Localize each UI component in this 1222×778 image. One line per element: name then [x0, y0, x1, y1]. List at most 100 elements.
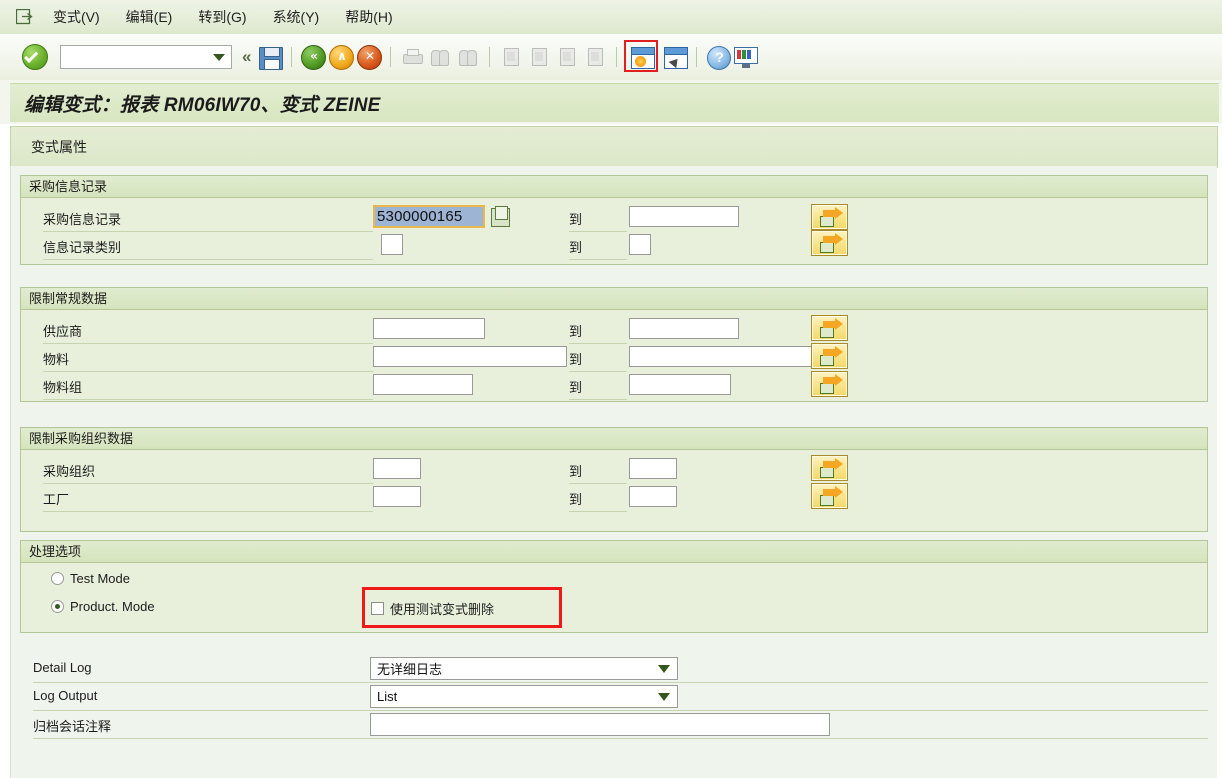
radio-indicator[interactable] — [51, 572, 64, 585]
menu-item-variant[interactable]: 变式(V) — [40, 5, 113, 29]
toolbar-divider — [291, 47, 293, 67]
menu-bar: 变式(V) 编辑(E) 转到(G) 系统(Y) 帮助(H) — [0, 0, 1222, 35]
field-row-purchasing-org: 采购组织 到 — [21, 455, 1207, 484]
radio-product-mode[interactable]: Product. Mode — [51, 599, 155, 614]
chevron-down-icon[interactable] — [658, 664, 670, 673]
material-group-from-input[interactable] — [373, 374, 473, 395]
field-label: 物料 — [43, 352, 70, 367]
group-restrict-purchasing-org-data: 限制采购组织数据 采购组织 到 工厂 到 — [20, 427, 1208, 532]
save-icon[interactable] — [257, 44, 284, 70]
create-variant-icon[interactable] — [624, 40, 659, 72]
field-row-material-group: 物料组 到 — [21, 371, 1207, 400]
field-label: 供应商 — [43, 324, 83, 339]
to-label: 到 — [569, 492, 583, 507]
to-label: 到 — [569, 324, 583, 339]
toolbar-divider — [489, 47, 491, 67]
value-help-icon[interactable] — [491, 206, 510, 227]
menu-item-system[interactable]: 系统(Y) — [260, 5, 333, 29]
tab-variant-attributes[interactable]: 变式属性 — [31, 137, 87, 157]
field-row-material: 物料 到 — [21, 343, 1207, 372]
help-icon[interactable]: ? — [705, 44, 732, 70]
multiple-selection-button-material[interactable] — [811, 343, 848, 369]
purchasing-info-record-to-input[interactable] — [629, 206, 739, 227]
menu-item-help[interactable]: 帮助(H) — [332, 5, 405, 29]
multiple-selection-button-plant[interactable] — [811, 483, 848, 509]
main-content: 采购信息记录 采购信息记录 5300000165 到 信息记录类别 到 限制常规… — [10, 166, 1217, 778]
field-label: 归档会话注释 — [33, 719, 112, 734]
menu-item-edit[interactable]: 编辑(E) — [113, 5, 186, 29]
select-value: 无详细日志 — [377, 662, 443, 677]
multiple-selection-button-purchasing-org[interactable] — [811, 455, 848, 481]
tab-strip: 变式属性 — [10, 126, 1218, 168]
log-output-select[interactable]: List — [370, 685, 678, 708]
detail-log-select[interactable]: 无详细日志 — [370, 657, 678, 680]
info-record-category-to-input[interactable] — [629, 234, 651, 255]
print-icon[interactable] — [399, 44, 425, 70]
chevron-down-icon[interactable] — [658, 692, 670, 701]
group-title: 处理选项 — [21, 541, 1207, 563]
menu-item-goto[interactable]: 转到(G) — [185, 5, 259, 29]
toolbar: « « ∧ ✕ ? — [0, 34, 1222, 81]
exit-icon[interactable]: ∧ — [328, 44, 355, 70]
checkbox-delete-with-test-variant[interactable]: 使用测试变式删除 — [371, 599, 494, 618]
field-label: 物料组 — [43, 380, 83, 395]
field-row-plant: 工厂 到 — [21, 483, 1207, 512]
last-page-icon[interactable] — [582, 44, 608, 70]
multiple-selection-button-material-group[interactable] — [811, 371, 848, 397]
toolbar-divider — [390, 47, 392, 67]
multiple-selection-button-purchasing-info-record[interactable] — [811, 204, 848, 230]
field-label: 信息记录类别 — [43, 240, 122, 255]
cancel-icon[interactable]: ✕ — [356, 44, 383, 70]
checkbox-label: 使用测试变式删除 — [390, 602, 495, 617]
command-field[interactable] — [60, 45, 232, 69]
enter-ok-icon[interactable] — [22, 44, 48, 70]
field-label: Detail Log — [33, 660, 92, 675]
radio-indicator[interactable] — [51, 600, 64, 613]
material-from-input[interactable] — [373, 346, 567, 367]
vendor-to-input[interactable] — [629, 318, 739, 339]
back-icon[interactable]: « — [300, 44, 327, 70]
checkbox-indicator[interactable] — [371, 602, 384, 615]
field-label: 采购组织 — [43, 464, 96, 479]
input-selected-value: 5300000165 — [375, 207, 483, 226]
sap-session-icon[interactable] — [10, 9, 40, 25]
to-label: 到 — [569, 380, 583, 395]
plant-from-input[interactable] — [373, 486, 421, 507]
purchasing-info-record-from-input[interactable]: 5300000165 — [373, 205, 485, 228]
archiving-session-note-input[interactable] — [370, 713, 830, 736]
multiple-selection-button-info-record-category[interactable] — [811, 230, 848, 256]
sap-gui-window: 变式(V) 编辑(E) 转到(G) 系统(Y) 帮助(H) « « ∧ ✕ ? … — [0, 0, 1222, 778]
vendor-from-input[interactable] — [373, 318, 485, 339]
group-title: 限制常规数据 — [21, 288, 1207, 310]
field-row-purchasing-info-record: 采购信息记录 5300000165 到 — [21, 204, 1207, 232]
group-purchasing-info-record: 采购信息记录 采购信息记录 5300000165 到 信息记录类别 到 — [20, 175, 1208, 265]
plant-to-input[interactable] — [629, 486, 677, 507]
group-restrict-general-data: 限制常规数据 供应商 到 物料 到 物料组 到 — [20, 287, 1208, 402]
find-icon[interactable] — [427, 44, 453, 70]
material-group-to-input[interactable] — [629, 374, 731, 395]
purchasing-org-to-input[interactable] — [629, 458, 677, 479]
previous-page-icon[interactable] — [526, 44, 552, 70]
page-title: 编辑变式：报表 RM06IW70、变式 ZEINE — [24, 94, 381, 116]
customize-local-layout-icon[interactable] — [733, 44, 759, 70]
field-label: 采购信息记录 — [43, 212, 122, 227]
group-title: 采购信息记录 — [21, 176, 1207, 198]
to-label: 到 — [569, 352, 583, 367]
goto-variant-icon[interactable] — [662, 44, 689, 70]
material-to-input[interactable] — [629, 346, 817, 367]
first-page-icon[interactable] — [498, 44, 524, 70]
multiple-selection-button-vendor[interactable] — [811, 315, 848, 341]
info-record-category-from-input[interactable] — [381, 234, 403, 255]
find-next-icon[interactable] — [455, 44, 481, 70]
to-label: 到 — [569, 212, 583, 227]
field-label: 工厂 — [43, 492, 70, 507]
title-bar: 编辑变式：报表 RM06IW70、变式 ZEINE — [0, 80, 1222, 124]
row-detail-log: Detail Log 无详细日志 — [20, 655, 1208, 683]
next-page-icon[interactable] — [554, 44, 580, 70]
purchasing-org-from-input[interactable] — [373, 458, 421, 479]
field-row-info-record-category: 信息记录类别 到 — [21, 230, 1207, 260]
radio-test-mode[interactable]: Test Mode — [51, 571, 130, 586]
chevron-down-icon[interactable] — [213, 53, 225, 61]
radio-label: Product. Mode — [70, 599, 155, 614]
collapse-command-field-icon[interactable]: « — [242, 47, 252, 67]
